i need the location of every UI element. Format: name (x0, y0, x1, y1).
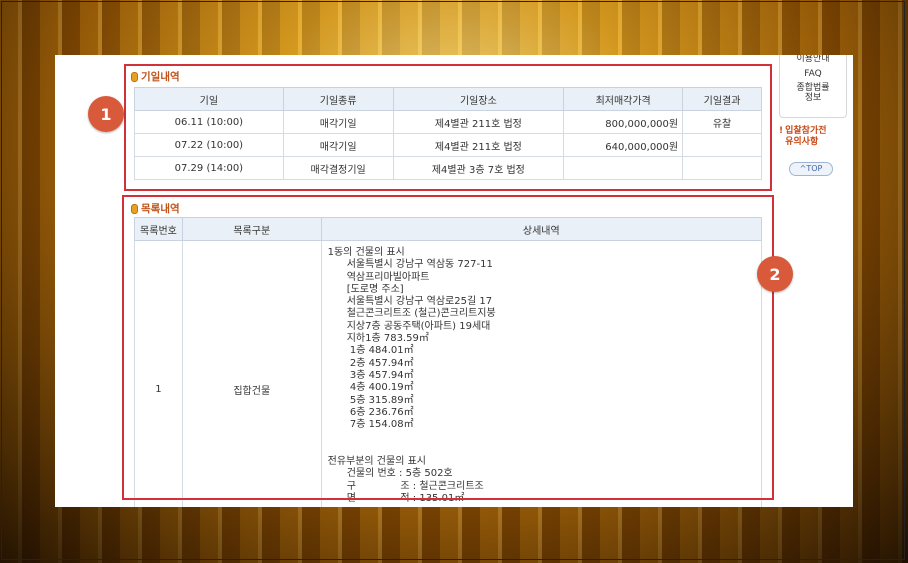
quick-menu: 이용안내 FAQ 종합법률 정보 (779, 55, 847, 118)
scroll-top-button[interactable]: ^TOP (789, 162, 833, 176)
quick-menu-guide[interactable]: 이용안내 (780, 55, 846, 65)
annotation-box-1 (124, 64, 772, 191)
exclamation-icon: ! (779, 126, 784, 136)
quick-menu-faq[interactable]: FAQ (780, 67, 846, 81)
annotation-box-2 (122, 195, 774, 500)
annotation-badge-2: 2 (757, 256, 793, 292)
bid-notice-text: 입찰참가전 유의사항 (785, 126, 827, 147)
quick-menu-legal-info[interactable]: 종합법률 정보 (780, 81, 846, 105)
annotation-badge-1: 1 (88, 96, 124, 132)
bid-notice-link[interactable]: ! 입찰참가전 유의사항 (779, 126, 845, 148)
